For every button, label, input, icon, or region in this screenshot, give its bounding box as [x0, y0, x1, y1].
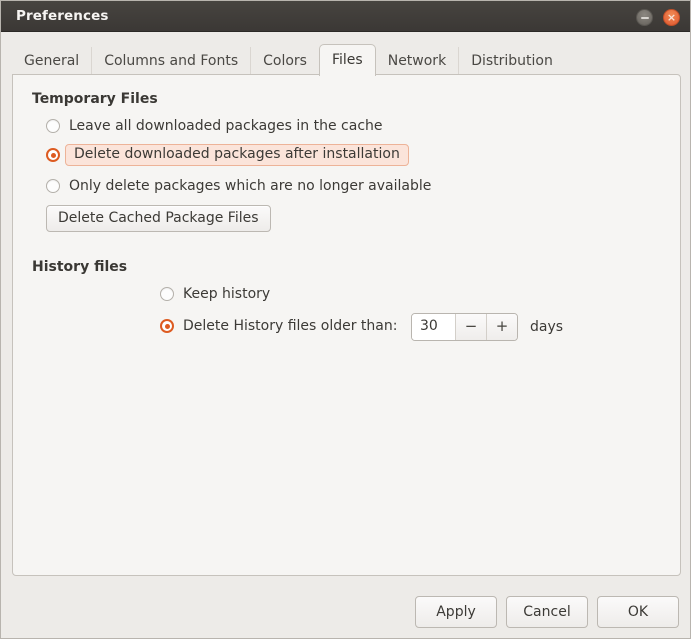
days-unit-label: days	[530, 319, 563, 335]
close-icon[interactable]: ×	[663, 9, 680, 26]
radio-button-icon[interactable]	[46, 119, 60, 133]
tab-columns-and-fonts[interactable]: Columns and Fonts	[91, 47, 250, 75]
spinner-control[interactable]: 30 − +	[411, 313, 518, 341]
tab-strip: General Columns and Fonts Colors Files N…	[1, 32, 691, 75]
tab-distribution[interactable]: Distribution	[458, 47, 565, 75]
increment-button[interactable]: +	[486, 314, 517, 340]
preferences-window: Preferences × General Columns and Fonts …	[0, 0, 691, 639]
radio-label: Delete History files older than:	[183, 318, 397, 334]
radio-delete-history-older-than[interactable]: Delete History files older than:	[160, 315, 397, 337]
ok-button[interactable]: OK	[597, 596, 679, 628]
titlebar: Preferences ×	[1, 1, 691, 32]
window-title: Preferences	[16, 8, 108, 24]
delete-cached-package-files-button[interactable]: Delete Cached Package Files	[46, 205, 271, 232]
radio-label: Only delete packages which are no longer…	[69, 178, 431, 194]
radio-keep-history[interactable]: Keep history	[160, 283, 270, 305]
radio-label: Leave all downloaded packages in the cac…	[69, 118, 383, 134]
history-files-heading: History files	[32, 259, 127, 275]
radio-button-icon[interactable]	[46, 179, 60, 193]
history-days-stepper: 30 − + days	[411, 313, 563, 341]
cancel-button[interactable]: Cancel	[506, 596, 588, 628]
radio-button-icon-selected[interactable]	[160, 319, 174, 333]
tab-general[interactable]: General	[12, 47, 91, 75]
history-days-input[interactable]: 30	[412, 314, 455, 340]
radio-leave-downloaded-packages[interactable]: Leave all downloaded packages in the cac…	[46, 115, 383, 137]
radio-label: Keep history	[183, 286, 270, 302]
dialog-action-bar: Apply Cancel OK	[1, 586, 691, 639]
apply-button[interactable]: Apply	[415, 596, 497, 628]
decrement-button[interactable]: −	[455, 314, 486, 340]
close-glyph: ×	[664, 9, 679, 26]
files-settings-panel: Temporary Files Leave all downloaded pac…	[12, 74, 681, 576]
tab-colors[interactable]: Colors	[250, 47, 319, 75]
minimize-icon[interactable]	[636, 9, 653, 26]
radio-only-delete-unavailable-packages[interactable]: Only delete packages which are no longer…	[46, 175, 431, 197]
radio-delete-downloaded-packages[interactable]: Delete downloaded packages after install…	[46, 144, 409, 166]
tab-files[interactable]: Files	[319, 44, 376, 76]
radio-label: Delete downloaded packages after install…	[65, 144, 409, 166]
tab-list: General Columns and Fonts Colors Files N…	[12, 43, 565, 75]
radio-button-icon[interactable]	[160, 287, 174, 301]
action-button-group: Apply Cancel OK	[415, 596, 679, 628]
tab-network[interactable]: Network	[376, 47, 458, 75]
temporary-files-heading: Temporary Files	[32, 91, 158, 107]
radio-button-icon-selected[interactable]	[46, 148, 60, 162]
